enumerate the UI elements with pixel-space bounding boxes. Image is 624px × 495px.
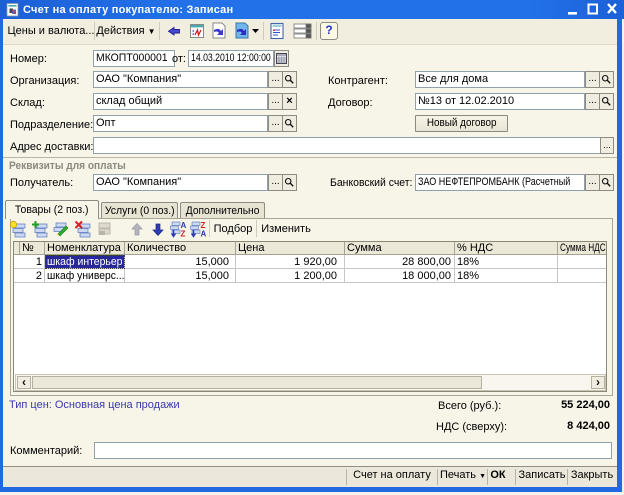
svg-text:Z: Z (181, 230, 186, 239)
svg-text:A: A (201, 230, 207, 239)
